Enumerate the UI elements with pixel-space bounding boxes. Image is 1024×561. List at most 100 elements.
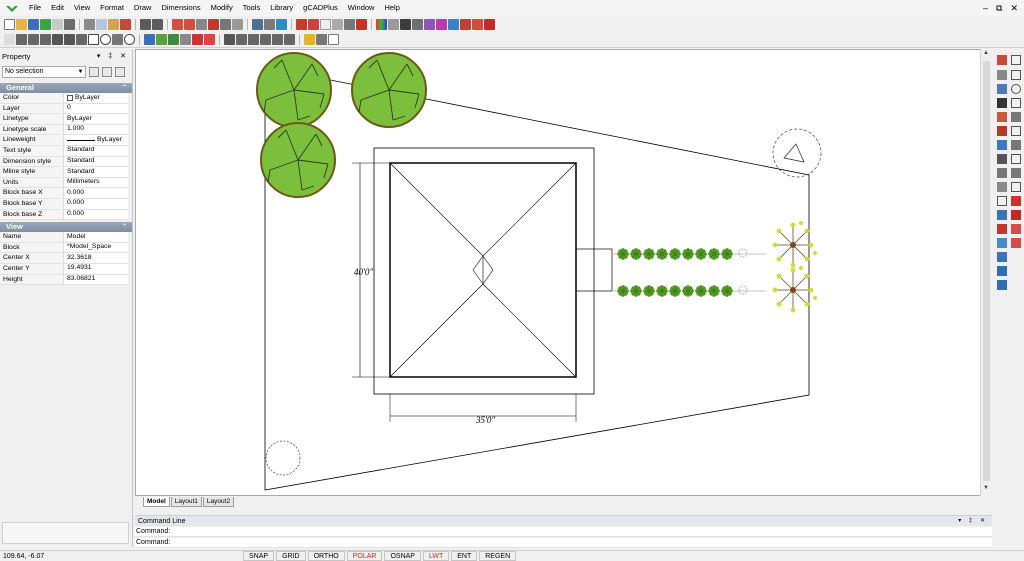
view-group-header[interactable]: View ⌃ — [0, 222, 132, 233]
align-icon[interactable] — [997, 280, 1007, 290]
polygon-icon[interactable] — [76, 34, 87, 45]
image-icon[interactable] — [448, 18, 459, 30]
layer-states-icon[interactable] — [388, 18, 399, 30]
line-icon[interactable] — [16, 34, 27, 45]
delete-x-icon[interactable] — [1011, 196, 1021, 206]
flowering-tree-symbol[interactable] — [772, 265, 818, 313]
property-row[interactable]: Linetype ByLayer — [0, 114, 132, 125]
scrollbar-thumb[interactable] — [983, 61, 990, 481]
restore-icon[interactable]: ⧉ — [996, 3, 1002, 14]
menu-library[interactable]: Library — [265, 0, 298, 16]
property-value[interactable]: 32.3618 — [64, 253, 128, 264]
property-value[interactable]: ByLayer — [64, 93, 128, 104]
menu-view[interactable]: View — [69, 0, 95, 16]
dimension-style-icon[interactable] — [436, 18, 447, 30]
property-value[interactable]: *Model_Space — [64, 242, 128, 254]
property-row[interactable]: Mline style Standard — [0, 167, 132, 178]
panel-controls[interactable]: ▾ ‡ ✕ — [97, 50, 132, 63]
text-icon[interactable] — [144, 34, 155, 45]
tree-outline-symbol[interactable] — [772, 128, 822, 178]
close-icon[interactable]: ✕ — [1010, 3, 1018, 14]
chart-icon[interactable] — [472, 18, 483, 30]
property-row[interactable]: Dimension style Standard — [0, 156, 132, 168]
snap-endpoint-icon[interactable] — [236, 34, 247, 45]
tree-symbol[interactable] — [351, 52, 427, 128]
polar-toggle[interactable]: POLAR — [346, 551, 383, 561]
zoom-extents-icon[interactable] — [208, 18, 219, 30]
snap-perpendicular-icon[interactable] — [284, 34, 295, 45]
command-line-controls[interactable]: ▾ ‡ ✕ — [958, 516, 992, 526]
property-row[interactable]: Layer 0 — [0, 103, 132, 115]
zoom-in-icon[interactable] — [172, 18, 183, 30]
menu-dimensions[interactable]: Dimensions — [156, 0, 205, 16]
property-value[interactable]: 1.000 — [64, 124, 128, 136]
menu-file[interactable]: File — [24, 0, 46, 16]
property-row[interactable]: Name Model — [0, 232, 132, 243]
marker-icon[interactable] — [356, 18, 367, 30]
paste-icon[interactable] — [108, 18, 119, 30]
hedge-row-upper[interactable] — [613, 247, 766, 261]
linetype-icon[interactable] — [412, 18, 423, 30]
cut-icon[interactable] — [84, 18, 95, 30]
tree-symbol[interactable] — [256, 52, 332, 128]
grid-dots-icon[interactable] — [1011, 238, 1021, 248]
menu-format[interactable]: Format — [95, 0, 129, 16]
grid-toggle[interactable]: GRID — [276, 551, 306, 561]
tab-model[interactable]: Model — [143, 497, 170, 507]
table-icon[interactable] — [460, 18, 471, 30]
property-row[interactable]: Block base Z 0.000 — [0, 209, 132, 221]
trim-icon[interactable] — [997, 154, 1007, 164]
lineweight-icon[interactable] — [400, 18, 411, 30]
dimension-linear-icon[interactable] — [224, 34, 235, 45]
redo-icon[interactable] — [152, 18, 163, 30]
hatch-pattern-icon[interactable] — [192, 34, 203, 45]
property-value[interactable]: ByLayer — [64, 135, 128, 146]
break-icon[interactable] — [997, 182, 1007, 192]
pan-icon[interactable] — [232, 18, 243, 30]
mtext-icon[interactable] — [156, 34, 167, 45]
menu-gcadplus[interactable]: gCADPlus — [298, 0, 343, 16]
ellipse-icon[interactable] — [124, 34, 135, 45]
region-tool-icon[interactable] — [1011, 98, 1021, 108]
fillet-icon[interactable] — [997, 210, 1007, 220]
tab-layout1[interactable]: Layout1 — [170, 497, 202, 507]
scroll-up-icon[interactable]: ▲ — [983, 50, 989, 56]
regen-toggle[interactable]: REGEN — [479, 551, 517, 561]
spline-icon[interactable] — [64, 34, 75, 45]
command-input[interactable]: Command: — [135, 538, 992, 548]
xline-icon[interactable] — [28, 34, 39, 45]
property-row[interactable]: Block base Y 0.000 — [0, 198, 132, 210]
print-icon[interactable] — [64, 18, 75, 30]
property-row[interactable]: Block *Model_Space — [0, 242, 132, 254]
copy-icon[interactable] — [96, 18, 107, 30]
magnet-icon[interactable] — [1011, 210, 1021, 220]
property-row[interactable]: Block base X 0.000 — [0, 188, 132, 199]
snap-center-icon[interactable] — [260, 34, 271, 45]
property-value[interactable]: Standard — [64, 167, 128, 178]
menu-draw[interactable]: Draw — [129, 0, 157, 16]
dim-radius-icon[interactable] — [1011, 154, 1021, 164]
shrub-outline-symbol[interactable] — [265, 440, 301, 476]
property-row[interactable]: Center X 32.3618 — [0, 253, 132, 264]
property-value[interactable]: 83.06821 — [64, 274, 128, 286]
chamfer-icon[interactable] — [997, 196, 1007, 206]
property-value[interactable]: Standard — [64, 145, 128, 157]
cross-tool-icon[interactable] — [1011, 112, 1021, 122]
color-palette-icon[interactable] — [376, 18, 387, 30]
flowering-tree-symbol[interactable] — [772, 220, 818, 268]
ent-toggle[interactable]: ENT — [451, 551, 478, 561]
save-icon[interactable] — [28, 18, 39, 30]
property-value[interactable]: 19.4931 — [64, 263, 128, 275]
match-properties-icon[interactable] — [120, 18, 131, 30]
hourglass-icon[interactable] — [1011, 168, 1021, 178]
designcenter-icon[interactable] — [276, 18, 287, 30]
rectangle-icon[interactable] — [88, 34, 99, 45]
open-folder-icon[interactable] — [16, 18, 27, 30]
property-row[interactable]: Units Millimeters — [0, 177, 132, 189]
lwt-toggle[interactable]: LWT — [422, 551, 450, 561]
circle-icon[interactable] — [100, 34, 111, 45]
property-value[interactable]: 0 — [64, 103, 128, 115]
circle-tool-icon[interactable] — [1011, 84, 1021, 94]
property-row[interactable]: Lineweight ByLayer — [0, 135, 132, 146]
array-icon[interactable] — [997, 238, 1007, 248]
